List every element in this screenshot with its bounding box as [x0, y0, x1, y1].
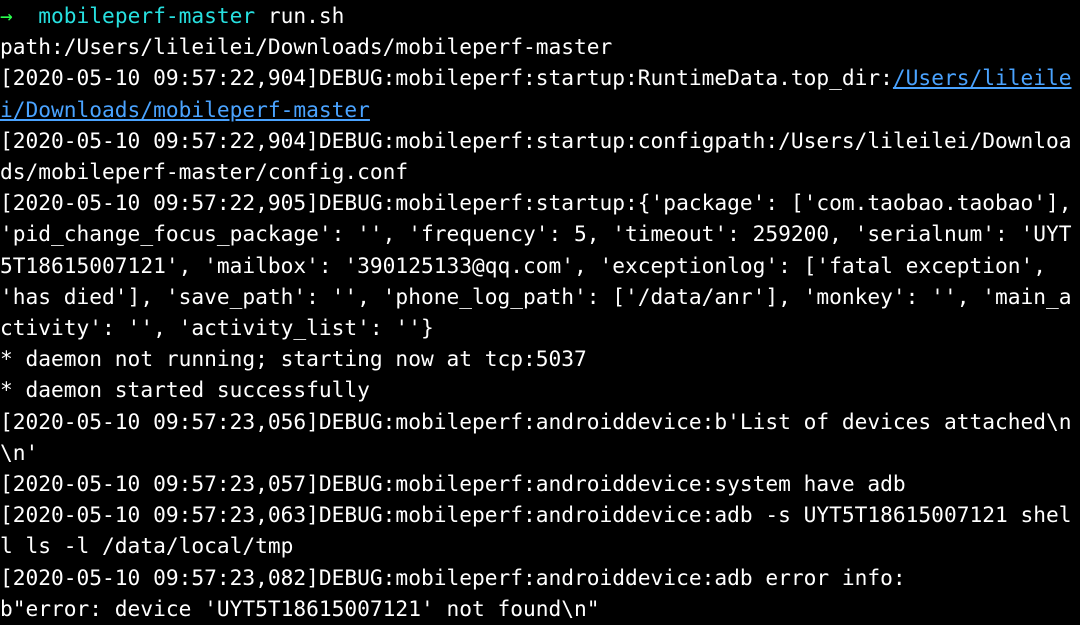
log-line: [2020-05-10 09:57:23,057]DEBUG:mobileper…: [0, 471, 906, 496]
log-line: [2020-05-10 09:57:23,063]DEBUG:mobileper…: [0, 502, 1072, 558]
log-line: [2020-05-10 09:57:22,905]DEBUG:mobileper…: [0, 190, 1080, 340]
terminal-output[interactable]: → mobileperf-master run.sh path:/Users/l…: [0, 0, 1080, 625]
prompt-command: run.sh: [268, 3, 345, 28]
log-line: * daemon not running; starting now at tc…: [0, 346, 587, 371]
prompt-cwd: mobileperf-master: [38, 3, 255, 28]
log-line: b"error: device 'UYT5T18615007121' not f…: [0, 596, 600, 621]
log-line: [2020-05-10 09:57:22,904]DEBUG:mobileper…: [0, 65, 893, 90]
log-line: * daemon started successfully: [0, 377, 370, 402]
log-line: [2020-05-10 09:57:23,082]DEBUG:mobileper…: [0, 565, 906, 590]
log-line: [2020-05-10 09:57:22,904]DEBUG:mobileper…: [0, 128, 1072, 184]
log-line: path:/Users/lileilei/Downloads/mobileper…: [0, 34, 612, 59]
log-line: [2020-05-10 09:57:23,056]DEBUG:mobileper…: [0, 409, 1072, 465]
prompt-arrow-icon: →: [0, 3, 13, 28]
